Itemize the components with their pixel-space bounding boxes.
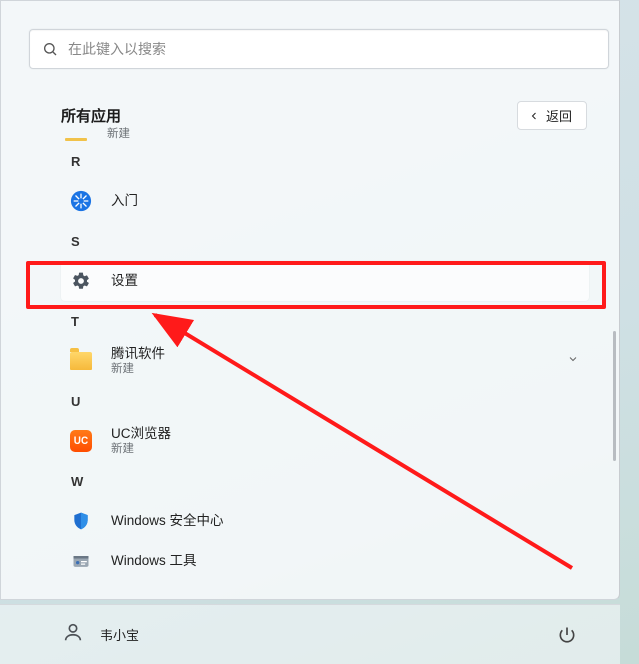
folder-strip-icon <box>65 138 87 141</box>
chevron-left-icon <box>528 110 540 122</box>
list-item[interactable]: Windows 工具 <box>61 541 589 581</box>
app-label: 入门 <box>111 193 138 209</box>
tools-icon <box>69 549 93 573</box>
chevron-down-icon <box>567 352 579 370</box>
power-icon <box>557 625 577 645</box>
list-item[interactable]: UC UC浏览器 新建 <box>61 421 589 461</box>
list-item[interactable]: 腾讯软件 新建 <box>61 341 589 381</box>
list-item[interactable]: 入门 <box>61 181 589 221</box>
back-label: 返回 <box>546 106 572 125</box>
search-box[interactable] <box>29 29 609 69</box>
app-label: Windows 工具 <box>111 553 197 569</box>
get-started-icon <box>69 189 93 213</box>
app-label: UC浏览器 <box>111 426 171 442</box>
back-button[interactable]: 返回 <box>517 101 587 130</box>
app-sublabel: 新建 <box>107 128 130 141</box>
letter-header-w[interactable]: W <box>61 461 589 501</box>
all-apps-title: 所有应用 <box>61 105 121 126</box>
letter-header-u[interactable]: U <box>61 381 589 421</box>
app-list: 新建 R 入门 S 设置 T 腾讯软件 新建 U UC <box>61 129 589 581</box>
shield-icon <box>69 509 93 533</box>
app-label: 腾讯软件 <box>111 346 165 362</box>
app-label: Windows 安全中心 <box>111 513 224 529</box>
user-bar: 韦小宝 <box>0 604 620 664</box>
list-item[interactable]: 新建 <box>61 129 589 141</box>
user-avatar-icon[interactable] <box>62 621 84 648</box>
scrollbar-thumb[interactable] <box>613 331 616 461</box>
power-button[interactable] <box>554 622 580 648</box>
letter-header-r[interactable]: R <box>61 141 589 181</box>
folder-icon <box>69 349 93 373</box>
app-sublabel: 新建 <box>111 363 165 376</box>
search-input[interactable] <box>68 41 596 57</box>
uc-browser-icon: UC <box>69 429 93 453</box>
app-sublabel: 新建 <box>111 443 171 456</box>
search-icon <box>42 41 58 57</box>
list-item[interactable]: Windows 安全中心 <box>61 501 589 541</box>
annotation-highlight <box>26 261 606 309</box>
user-name[interactable]: 韦小宝 <box>100 625 139 644</box>
letter-header-s[interactable]: S <box>61 221 589 261</box>
